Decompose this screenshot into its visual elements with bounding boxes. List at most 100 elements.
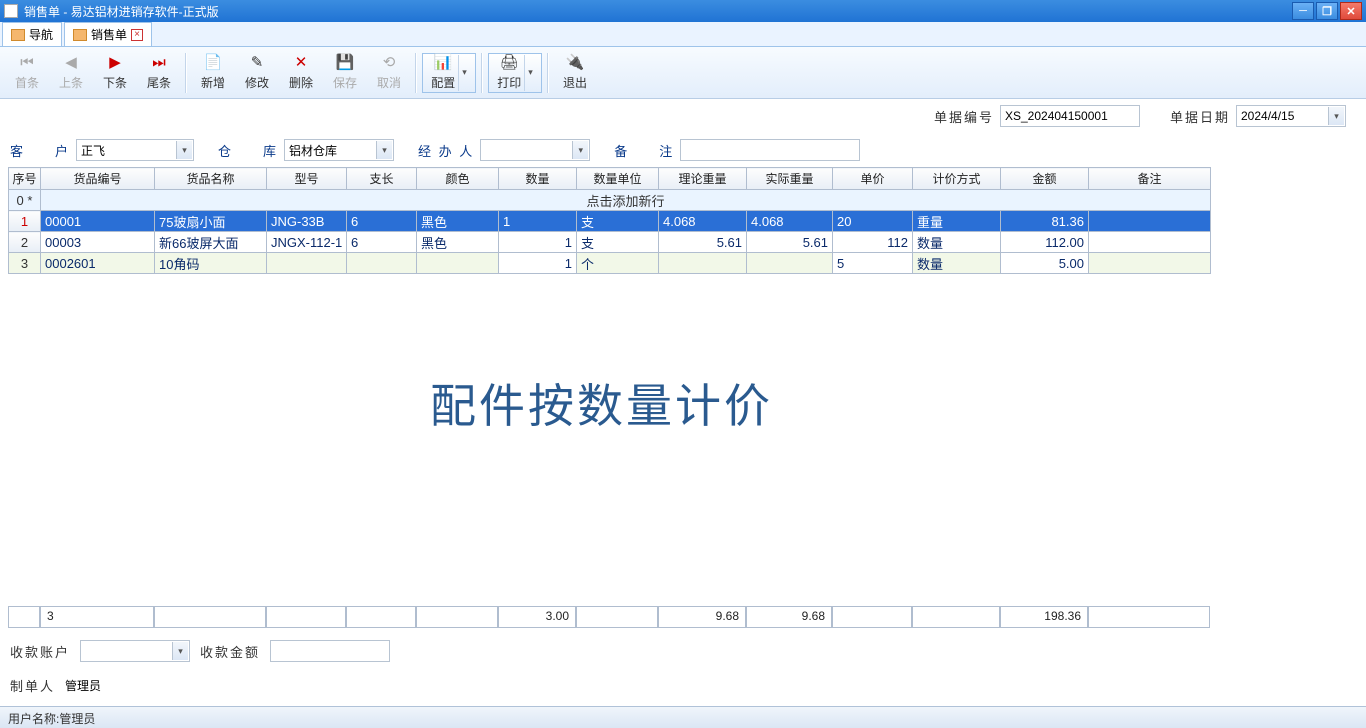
next-button[interactable]: ▶下条 [94, 50, 136, 96]
col-amount[interactable]: 金额 [1001, 168, 1089, 190]
col-name[interactable]: 货品名称 [155, 168, 267, 190]
warehouse-field[interactable]: 铝材仓库▾ [284, 139, 394, 161]
price-edit-cell[interactable]: 5 [833, 253, 913, 274]
chevron-down-icon[interactable]: ▾ [458, 55, 467, 91]
pay-amt-field[interactable] [270, 640, 390, 662]
separator [185, 53, 187, 93]
config-icon: 📊 [434, 54, 453, 74]
edit-button[interactable]: ✎修改 [236, 50, 278, 96]
titlebar: 销售单 - 易达铝材进销存软件-正式版 ─ ❐ ✕ [0, 0, 1366, 22]
total-amount: 198.36 [1000, 606, 1088, 628]
add-row[interactable]: 0 * 点击添加新行 [9, 190, 1211, 211]
col-mode[interactable]: 计价方式 [913, 168, 1001, 190]
doc-no-field[interactable]: XS_202404150001 [1000, 105, 1140, 127]
config-button[interactable]: 📊配置 ▾ [422, 53, 476, 93]
totals-row: 3 3.00 9.68 9.68 198.36 [8, 606, 1358, 628]
chevron-down-icon[interactable]: ▾ [376, 141, 392, 159]
col-aw[interactable]: 实际重量 [747, 168, 833, 190]
table-row[interactable]: 2 00003 新66玻屏大面 JNGX-112-1 6 黑色 1 支 5.61… [9, 232, 1211, 253]
folder-icon [11, 29, 25, 41]
prev-button[interactable]: ◀上条 [50, 50, 92, 96]
remark-label: 备 注 [614, 141, 674, 160]
delete-icon: ✕ [295, 54, 308, 74]
print-icon: 🖨 [500, 54, 519, 74]
grid-header: 序号 货品编号 货品名称 型号 支长 颜色 数量 数量单位 理论重量 实际重量 … [9, 168, 1211, 190]
pay-amt-label: 收款金额 [200, 642, 260, 661]
cancel-button[interactable]: ⟲取消 [368, 50, 410, 96]
items-grid: 序号 货品编号 货品名称 型号 支长 颜色 数量 数量单位 理论重量 实际重量 … [8, 167, 1358, 274]
maximize-button[interactable]: ❐ [1316, 2, 1338, 20]
cancel-icon: ⟲ [383, 54, 396, 74]
amount-edit-cell[interactable]: 5.00 [1001, 253, 1089, 274]
pay-acct-field[interactable]: ▾ [80, 640, 190, 662]
document-tabs: 导航 销售单 × [0, 22, 1366, 47]
total-tw: 9.68 [658, 606, 746, 628]
watermark-text: 配件按数量计价 [430, 370, 773, 436]
pay-acct-label: 收款账户 [10, 642, 70, 661]
separator [547, 53, 549, 93]
doc-date-field[interactable]: 2024/4/15▾ [1236, 105, 1346, 127]
tab-label: 导航 [29, 26, 53, 43]
window-title: 销售单 - 易达铝材进销存软件-正式版 [24, 3, 219, 20]
maker-value: 管理员 [65, 677, 101, 694]
chevron-down-icon[interactable]: ▾ [172, 642, 188, 660]
exit-icon: 🔌 [566, 54, 585, 74]
qty-edit-cell[interactable]: 1 [499, 253, 577, 274]
new-icon: 📄 [204, 54, 223, 74]
exit-button[interactable]: 🔌退出 [554, 50, 596, 96]
chevron-down-icon[interactable]: ▾ [524, 55, 533, 91]
status-user: 管理员 [59, 712, 95, 726]
new-button[interactable]: 📄新增 [192, 50, 234, 96]
col-qty[interactable]: 数量 [499, 168, 577, 190]
col-code[interactable]: 货品编号 [41, 168, 155, 190]
doc-header: 单据编号 XS_202404150001 单据日期 2024/4/15▾ [0, 99, 1366, 133]
footer-form: 收款账户 ▾ 收款金额 制单人 管理员 [10, 640, 1356, 709]
maker-label: 制单人 [10, 676, 55, 695]
col-color[interactable]: 颜色 [417, 168, 499, 190]
customer-label: 客 户 [10, 141, 70, 160]
total-count: 3 [40, 606, 154, 628]
total-qty: 3.00 [498, 606, 576, 628]
save-button[interactable]: 💾保存 [324, 50, 366, 96]
chevron-down-icon[interactable]: ▾ [1328, 107, 1344, 125]
handler-label: 经 办 人 [418, 141, 474, 160]
tab-label: 销售单 [91, 26, 127, 43]
print-button[interactable]: 🖨打印 ▾ [488, 53, 542, 93]
last-icon: ⏭ [152, 54, 166, 74]
col-tw[interactable]: 理论重量 [659, 168, 747, 190]
first-button[interactable]: ⏮首条 [6, 50, 48, 96]
close-icon[interactable]: × [131, 29, 143, 41]
app-icon [4, 4, 18, 18]
col-unit[interactable]: 数量单位 [577, 168, 659, 190]
separator [481, 53, 483, 93]
col-len[interactable]: 支长 [347, 168, 417, 190]
total-aw: 9.68 [746, 606, 832, 628]
separator [415, 53, 417, 93]
col-remark[interactable]: 备注 [1089, 168, 1211, 190]
col-model[interactable]: 型号 [267, 168, 347, 190]
chevron-down-icon[interactable]: ▾ [176, 141, 192, 159]
edit-icon: ✎ [251, 54, 264, 74]
toolbar: ⏮首条 ◀上条 ▶下条 ⏭尾条 📄新增 ✎修改 ✕删除 💾保存 ⟲取消 📊配置 … [0, 47, 1366, 99]
col-price[interactable]: 单价 [833, 168, 913, 190]
delete-button[interactable]: ✕删除 [280, 50, 322, 96]
save-icon: 💾 [336, 54, 355, 74]
tab-nav[interactable]: 导航 [2, 22, 62, 46]
form-header: 客 户 正飞▾ 仓 库 铝材仓库▾ 经 办 人 ▾ 备 注 [0, 133, 1366, 167]
status-user-label: 用户名称: [8, 712, 59, 726]
next-icon: ▶ [109, 54, 121, 74]
last-button[interactable]: ⏭尾条 [138, 50, 180, 96]
warehouse-label: 仓 库 [218, 141, 278, 160]
prev-icon: ◀ [65, 54, 77, 74]
tab-sales-order[interactable]: 销售单 × [64, 22, 152, 46]
minimize-button[interactable]: ─ [1292, 2, 1314, 20]
doc-date-label: 单据日期 [1170, 107, 1230, 126]
chevron-down-icon[interactable]: ▾ [572, 141, 588, 159]
table-row[interactable]: 3 0002601 10角码 1 个 5 数量 5.00 [9, 253, 1211, 274]
customer-field[interactable]: 正飞▾ [76, 139, 194, 161]
col-seq[interactable]: 序号 [9, 168, 41, 190]
table-row[interactable]: 1 00001 75玻扇小面 JNG-33B 6 黑色 1 支 4.068 4.… [9, 211, 1211, 232]
handler-field[interactable]: ▾ [480, 139, 590, 161]
close-button[interactable]: ✕ [1340, 2, 1362, 20]
remark-field[interactable] [680, 139, 860, 161]
